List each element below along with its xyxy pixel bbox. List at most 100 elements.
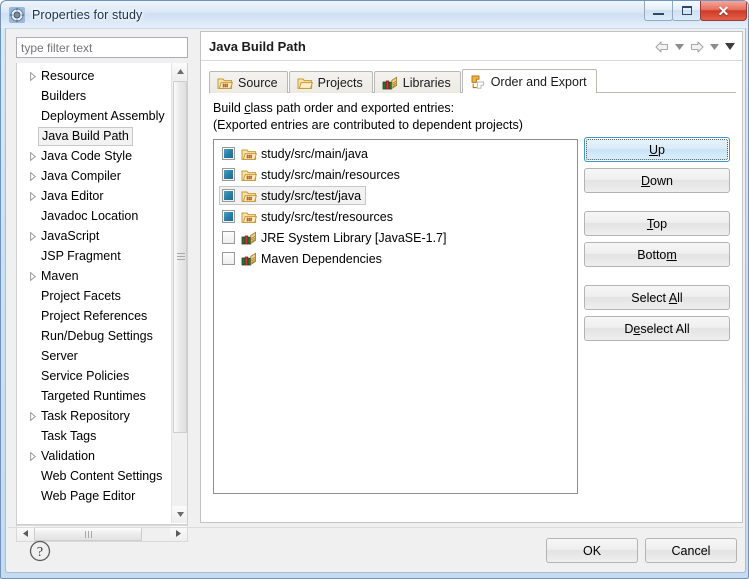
order-buttons-group: Up Down Top Bottom Select All Deselect All xyxy=(584,137,730,347)
classpath-entry-row[interactable]: study/src/main/java xyxy=(214,143,577,164)
classpath-entry-row[interactable]: study/src/test/resources xyxy=(214,206,577,227)
bottom-button[interactable]: Bottom xyxy=(584,242,730,267)
minimize-button[interactable] xyxy=(644,1,673,21)
classpath-entry-label: JRE System Library [JavaSE-1.7] xyxy=(261,230,447,245)
sidebar-item-validation[interactable]: Validation xyxy=(17,446,177,466)
sidebar-item-label: Validation xyxy=(41,449,95,463)
export-checkbox[interactable] xyxy=(222,210,235,223)
sidebar-item-service-policies[interactable]: Service Policies xyxy=(17,366,177,386)
ok-button[interactable]: OK xyxy=(546,538,638,563)
sidebar-item-label: Targeted Runtimes xyxy=(41,389,146,403)
view-menu-chevron-down-icon[interactable] xyxy=(723,38,736,56)
expand-arrow-icon[interactable] xyxy=(25,71,40,81)
classpath-entry-row[interactable]: JRE System Library [JavaSE-1.7] xyxy=(214,227,577,248)
sidebar-item-label: Run/Debug Settings xyxy=(41,329,153,343)
description-line-1: Build class path order and exported entr… xyxy=(213,101,454,115)
sidebar-item-builders[interactable]: Builders xyxy=(17,86,177,106)
settings-tree[interactable]: Resource Builders Deployment Assembly Java … xyxy=(16,63,188,525)
deselect-all-button[interactable]: Deselect All xyxy=(584,316,730,341)
sidebar-item-run-debug-settings[interactable]: Run/Debug Settings xyxy=(17,326,177,346)
expand-arrow-icon[interactable] xyxy=(25,231,40,241)
tab-source[interactable]: Source xyxy=(209,71,288,93)
sidebar-item-project-facets[interactable]: Project Facets xyxy=(17,286,177,306)
expand-arrow-icon[interactable] xyxy=(25,411,40,421)
top-button[interactable]: Top xyxy=(584,211,730,236)
order-export-icon xyxy=(471,75,484,89)
projects-folder-icon xyxy=(297,78,313,89)
settings-tree-list: Resource Builders Deployment Assembly Java … xyxy=(17,63,177,513)
filter-input[interactable] xyxy=(16,37,188,58)
tab-order-and-export[interactable]: Order and Export xyxy=(461,69,597,93)
classpath-entry-row[interactable]: Maven Dependencies xyxy=(214,248,577,269)
sidebar-item-label: Server xyxy=(41,349,78,363)
description-line-1-pre: Build xyxy=(213,101,245,115)
up-button[interactable]: Up xyxy=(584,137,730,162)
sidebar-item-resource[interactable]: Resource xyxy=(17,66,177,86)
sidebar-item-web-page-editor[interactable]: Web Page Editor xyxy=(17,486,177,506)
title-bar[interactable]: Properties for study ✕ xyxy=(1,1,748,28)
sidebar-item-task-repository[interactable]: Task Repository xyxy=(17,406,177,426)
sidebar-item-java-editor[interactable]: Java Editor xyxy=(17,186,177,206)
expand-arrow-icon[interactable] xyxy=(25,451,40,461)
back-history-chevron-down-icon[interactable] xyxy=(673,38,686,56)
scroll-up-button[interactable] xyxy=(172,63,187,80)
scroll-down-button[interactable] xyxy=(172,506,187,523)
sidebar-item-javadoc-location[interactable]: Javadoc Location xyxy=(17,206,177,226)
export-checkbox[interactable] xyxy=(222,252,235,265)
select-all-button[interactable]: Select All xyxy=(584,285,730,310)
forward-history-chevron-down-icon[interactable] xyxy=(708,38,721,56)
sidebar-item-java-compiler[interactable]: Java Compiler xyxy=(17,166,177,186)
sidebar-item-task-tags[interactable]: Task Tags xyxy=(17,426,177,446)
build-path-tabs: Source Projects Libraries Order and Export xyxy=(209,69,598,93)
page-navigation-toolbar xyxy=(653,32,736,61)
tab-projects[interactable]: Projects xyxy=(288,71,373,93)
export-checkbox[interactable] xyxy=(222,168,235,181)
tab-label: Projects xyxy=(317,75,363,90)
button-label-post: ll xyxy=(677,290,683,305)
export-checkbox[interactable] xyxy=(222,189,235,202)
sidebar-item-deployment-assembly[interactable]: Deployment Assembly xyxy=(17,106,177,126)
back-arrow-icon[interactable] xyxy=(653,38,671,56)
focus-ring xyxy=(586,139,728,160)
cancel-button[interactable]: Cancel xyxy=(645,538,737,563)
sidebar-item-label: Java Compiler xyxy=(41,169,121,183)
maximize-button[interactable] xyxy=(672,1,701,21)
sidebar-item-label: Service Policies xyxy=(41,369,130,383)
expand-arrow-icon[interactable] xyxy=(25,191,40,201)
export-checkbox[interactable] xyxy=(222,147,235,160)
caret-down-icon xyxy=(176,512,184,517)
tree-scroll-thumb[interactable] xyxy=(173,81,187,433)
export-checkbox[interactable] xyxy=(222,231,235,244)
sidebar-item-java-build-path[interactable]: Java Build Path xyxy=(17,126,177,146)
sidebar-item-jsp-fragment[interactable]: JSP Fragment xyxy=(17,246,177,266)
sidebar-item-maven[interactable]: Maven xyxy=(17,266,177,286)
sidebar-item-server[interactable]: Server xyxy=(17,346,177,366)
sidebar-item-label: Task Tags xyxy=(41,429,97,443)
tab-libraries[interactable]: Libraries xyxy=(373,71,461,93)
sidebar-item-targeted-runtimes[interactable]: Targeted Runtimes xyxy=(17,386,177,406)
classpath-entry-label: study/src/main/resources xyxy=(261,167,400,182)
expand-arrow-icon[interactable] xyxy=(25,271,40,281)
button-label: Bottom xyxy=(637,248,677,262)
sidebar-item-label: Java Editor xyxy=(41,189,104,203)
sidebar-item-javascript[interactable]: JavaScript xyxy=(17,226,177,246)
button-label: Select All xyxy=(631,291,682,305)
down-button[interactable]: Down xyxy=(584,168,730,193)
classpath-entry-row[interactable]: study/src/test/java xyxy=(214,185,577,206)
dialog-client-area: Resource Builders Deployment Assembly Java … xyxy=(5,28,746,573)
close-button[interactable]: ✕ xyxy=(700,1,747,21)
sidebar-item-java-code-style[interactable]: Java Code Style xyxy=(17,146,177,166)
forward-arrow-icon[interactable] xyxy=(688,38,706,56)
button-label-mnemonic: A xyxy=(668,290,678,305)
help-icon[interactable]: ? xyxy=(29,540,51,562)
sidebar-item-project-references[interactable]: Project References xyxy=(17,306,177,326)
sidebar-item-label: Web Page Editor xyxy=(41,489,136,503)
expand-arrow-icon[interactable] xyxy=(25,171,40,181)
page-title: Java Build Path xyxy=(209,38,306,54)
classpath-entry-row[interactable]: study/src/main/resources xyxy=(214,164,577,185)
tree-vertical-scrollbar[interactable] xyxy=(171,63,187,523)
sidebar-item-web-content-settings[interactable]: Web Content Settings xyxy=(17,466,177,486)
expand-arrow-icon[interactable] xyxy=(25,151,40,161)
sidebar-item-label: Resource xyxy=(41,69,95,83)
classpath-entries-list[interactable]: study/src/main/java study/src/main/resour… xyxy=(213,139,578,494)
